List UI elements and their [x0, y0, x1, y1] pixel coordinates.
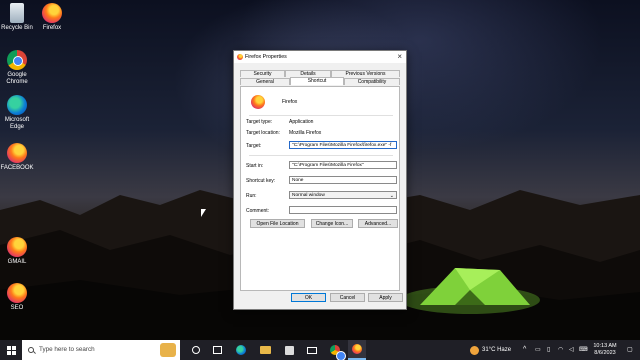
cortana-button[interactable] — [188, 340, 204, 360]
search-placeholder: Type here to search — [39, 346, 95, 353]
shortcut-key-field[interactable]: None — [289, 176, 397, 184]
desktop-icon-label: FACEBOOK — [0, 165, 34, 171]
desktop-icon-gmail[interactable]: GMAIL — [0, 237, 34, 266]
desktop-icon-firefox[interactable]: Firefox — [35, 3, 69, 32]
start-in-field[interactable]: "C:\Program Files\Mozilla Firefox" — [289, 161, 397, 169]
close-icon[interactable]: × — [397, 52, 402, 61]
start-button[interactable] — [0, 340, 22, 360]
taskbar-file-explorer[interactable] — [256, 340, 274, 360]
wifi-icon[interactable]: ◠ — [558, 340, 563, 360]
taskbar-store[interactable] — [280, 340, 298, 360]
firefox-icon — [251, 95, 265, 109]
run-select[interactable]: Normal window ⌄ — [289, 191, 397, 199]
desktop-icon-label: Google Chrome — [6, 72, 28, 85]
desktop-icon-microsoft-edge[interactable]: Microsoft Edge — [0, 95, 34, 131]
desktop-icon-google-chrome[interactable]: Google Chrome — [0, 50, 34, 86]
sun-haze-icon — [469, 345, 479, 355]
shortcut-key-label: Shortcut key: — [246, 178, 276, 184]
recycle-bin-icon — [10, 3, 24, 23]
tab-previous-versions[interactable]: Previous Versions — [331, 70, 400, 77]
target-location-label: Target location: — [246, 130, 280, 136]
taskbar-edge[interactable] — [232, 340, 250, 360]
mail-icon — [307, 346, 317, 354]
windows-icon — [6, 345, 16, 355]
taskbar-firefox[interactable] — [348, 340, 366, 360]
notification-icon[interactable]: ▢ — [627, 340, 633, 360]
dialog-titlebar[interactable]: Firefox Properties × — [234, 51, 406, 63]
chevron-up-icon[interactable]: ^ — [523, 340, 526, 360]
desktop-icon-label: Firefox — [42, 25, 62, 31]
firefox-properties-dialog: Firefox Properties × Security Details Pr… — [233, 50, 407, 310]
chrome-icon — [7, 50, 27, 70]
edge-icon — [7, 95, 27, 115]
shortcut-tab-panel: Firefox Target type: Application Target … — [240, 86, 400, 291]
clock-time: 10:13 AM — [593, 343, 617, 349]
divider — [249, 155, 393, 156]
desktop-icon-recycle-bin[interactable]: Recycle Bin — [0, 3, 34, 32]
firefox-icon — [352, 344, 362, 354]
chrome-icon — [330, 345, 346, 361]
tab-details[interactable]: Details — [285, 70, 331, 77]
desktop-icon-seo[interactable]: SEO — [0, 283, 34, 312]
taskbar-mail[interactable] — [303, 340, 321, 360]
desktop-icon-label: Recycle Bin — [1, 25, 33, 31]
mouse-cursor-icon — [201, 209, 206, 217]
change-icon-button[interactable]: Change Icon... — [311, 219, 353, 228]
target-location-value: Mozilla Firefox — [289, 130, 322, 136]
run-label: Run: — [246, 193, 257, 199]
task-view-icon — [212, 346, 222, 354]
task-view-button[interactable] — [209, 340, 225, 360]
firefox-icon — [7, 143, 27, 163]
weather-text: 31°C Haze — [482, 347, 512, 353]
edge-icon — [236, 345, 246, 355]
store-icon — [284, 345, 294, 355]
apply-button[interactable]: Apply — [368, 293, 403, 302]
firefox-icon — [42, 3, 62, 23]
tab-security[interactable]: Security — [240, 70, 285, 77]
target-type-label: Target type: — [246, 119, 273, 125]
desktop-icon-label: SEO — [10, 305, 24, 311]
target-field[interactable]: "C:\Program Files\Mozilla Firefox\firefo… — [289, 141, 397, 149]
cortana-icon — [192, 346, 200, 354]
search-highlight-cat-icon — [160, 343, 176, 357]
tab-shortcut[interactable]: Shortcut — [290, 77, 344, 85]
app-name: Firefox — [282, 99, 298, 105]
dialog-title: Firefox Properties — [245, 54, 287, 60]
run-select-value: Normal window — [292, 193, 325, 198]
ok-button[interactable]: OK — [291, 293, 326, 302]
network-icon[interactable]: ▭ — [535, 340, 541, 360]
target-label: Target: — [246, 143, 262, 149]
desktop-wallpaper: Recycle Bin Firefox Google Chrome Micros… — [0, 0, 640, 340]
weather-widget[interactable] — [468, 340, 480, 360]
desktop-icon-label: Microsoft Edge — [4, 117, 30, 130]
cancel-button[interactable]: Cancel — [330, 293, 365, 302]
taskbar-chrome[interactable] — [326, 340, 346, 361]
comment-label: Comment: — [246, 208, 270, 214]
advanced-button[interactable]: Advanced... — [358, 219, 398, 228]
desktop-icon-facebook[interactable]: FACEBOOK — [0, 143, 34, 172]
target-type-value: Application — [289, 119, 314, 125]
taskbar-search-box[interactable]: Type here to search — [22, 340, 180, 360]
firefox-icon — [7, 237, 27, 257]
tab-general[interactable]: General — [240, 78, 290, 85]
open-file-location-button[interactable]: Open File Location — [250, 219, 305, 228]
tab-compatibility[interactable]: Compatibility — [344, 78, 400, 85]
volume-icon[interactable]: ◁ — [569, 340, 574, 360]
clock-date: 8/6/2023 — [594, 350, 616, 356]
battery-icon[interactable]: ▯ — [547, 340, 550, 360]
taskbar: Type here to search 31°C Haze ^ ▭ ▯ ◠ ◁ … — [0, 340, 640, 361]
taskbar-clock[interactable]: 10:13 AM 8/6/2023 — [586, 343, 624, 357]
desktop-icon-label: GMAIL — [7, 259, 27, 265]
divider — [249, 115, 393, 116]
firefox-icon — [237, 54, 243, 60]
search-icon — [28, 347, 34, 353]
comment-field[interactable] — [289, 206, 397, 214]
folder-icon — [259, 346, 271, 354]
firefox-icon — [7, 283, 27, 303]
start-in-label: Start in: — [246, 163, 264, 169]
chevron-down-icon: ⌄ — [389, 193, 394, 199]
